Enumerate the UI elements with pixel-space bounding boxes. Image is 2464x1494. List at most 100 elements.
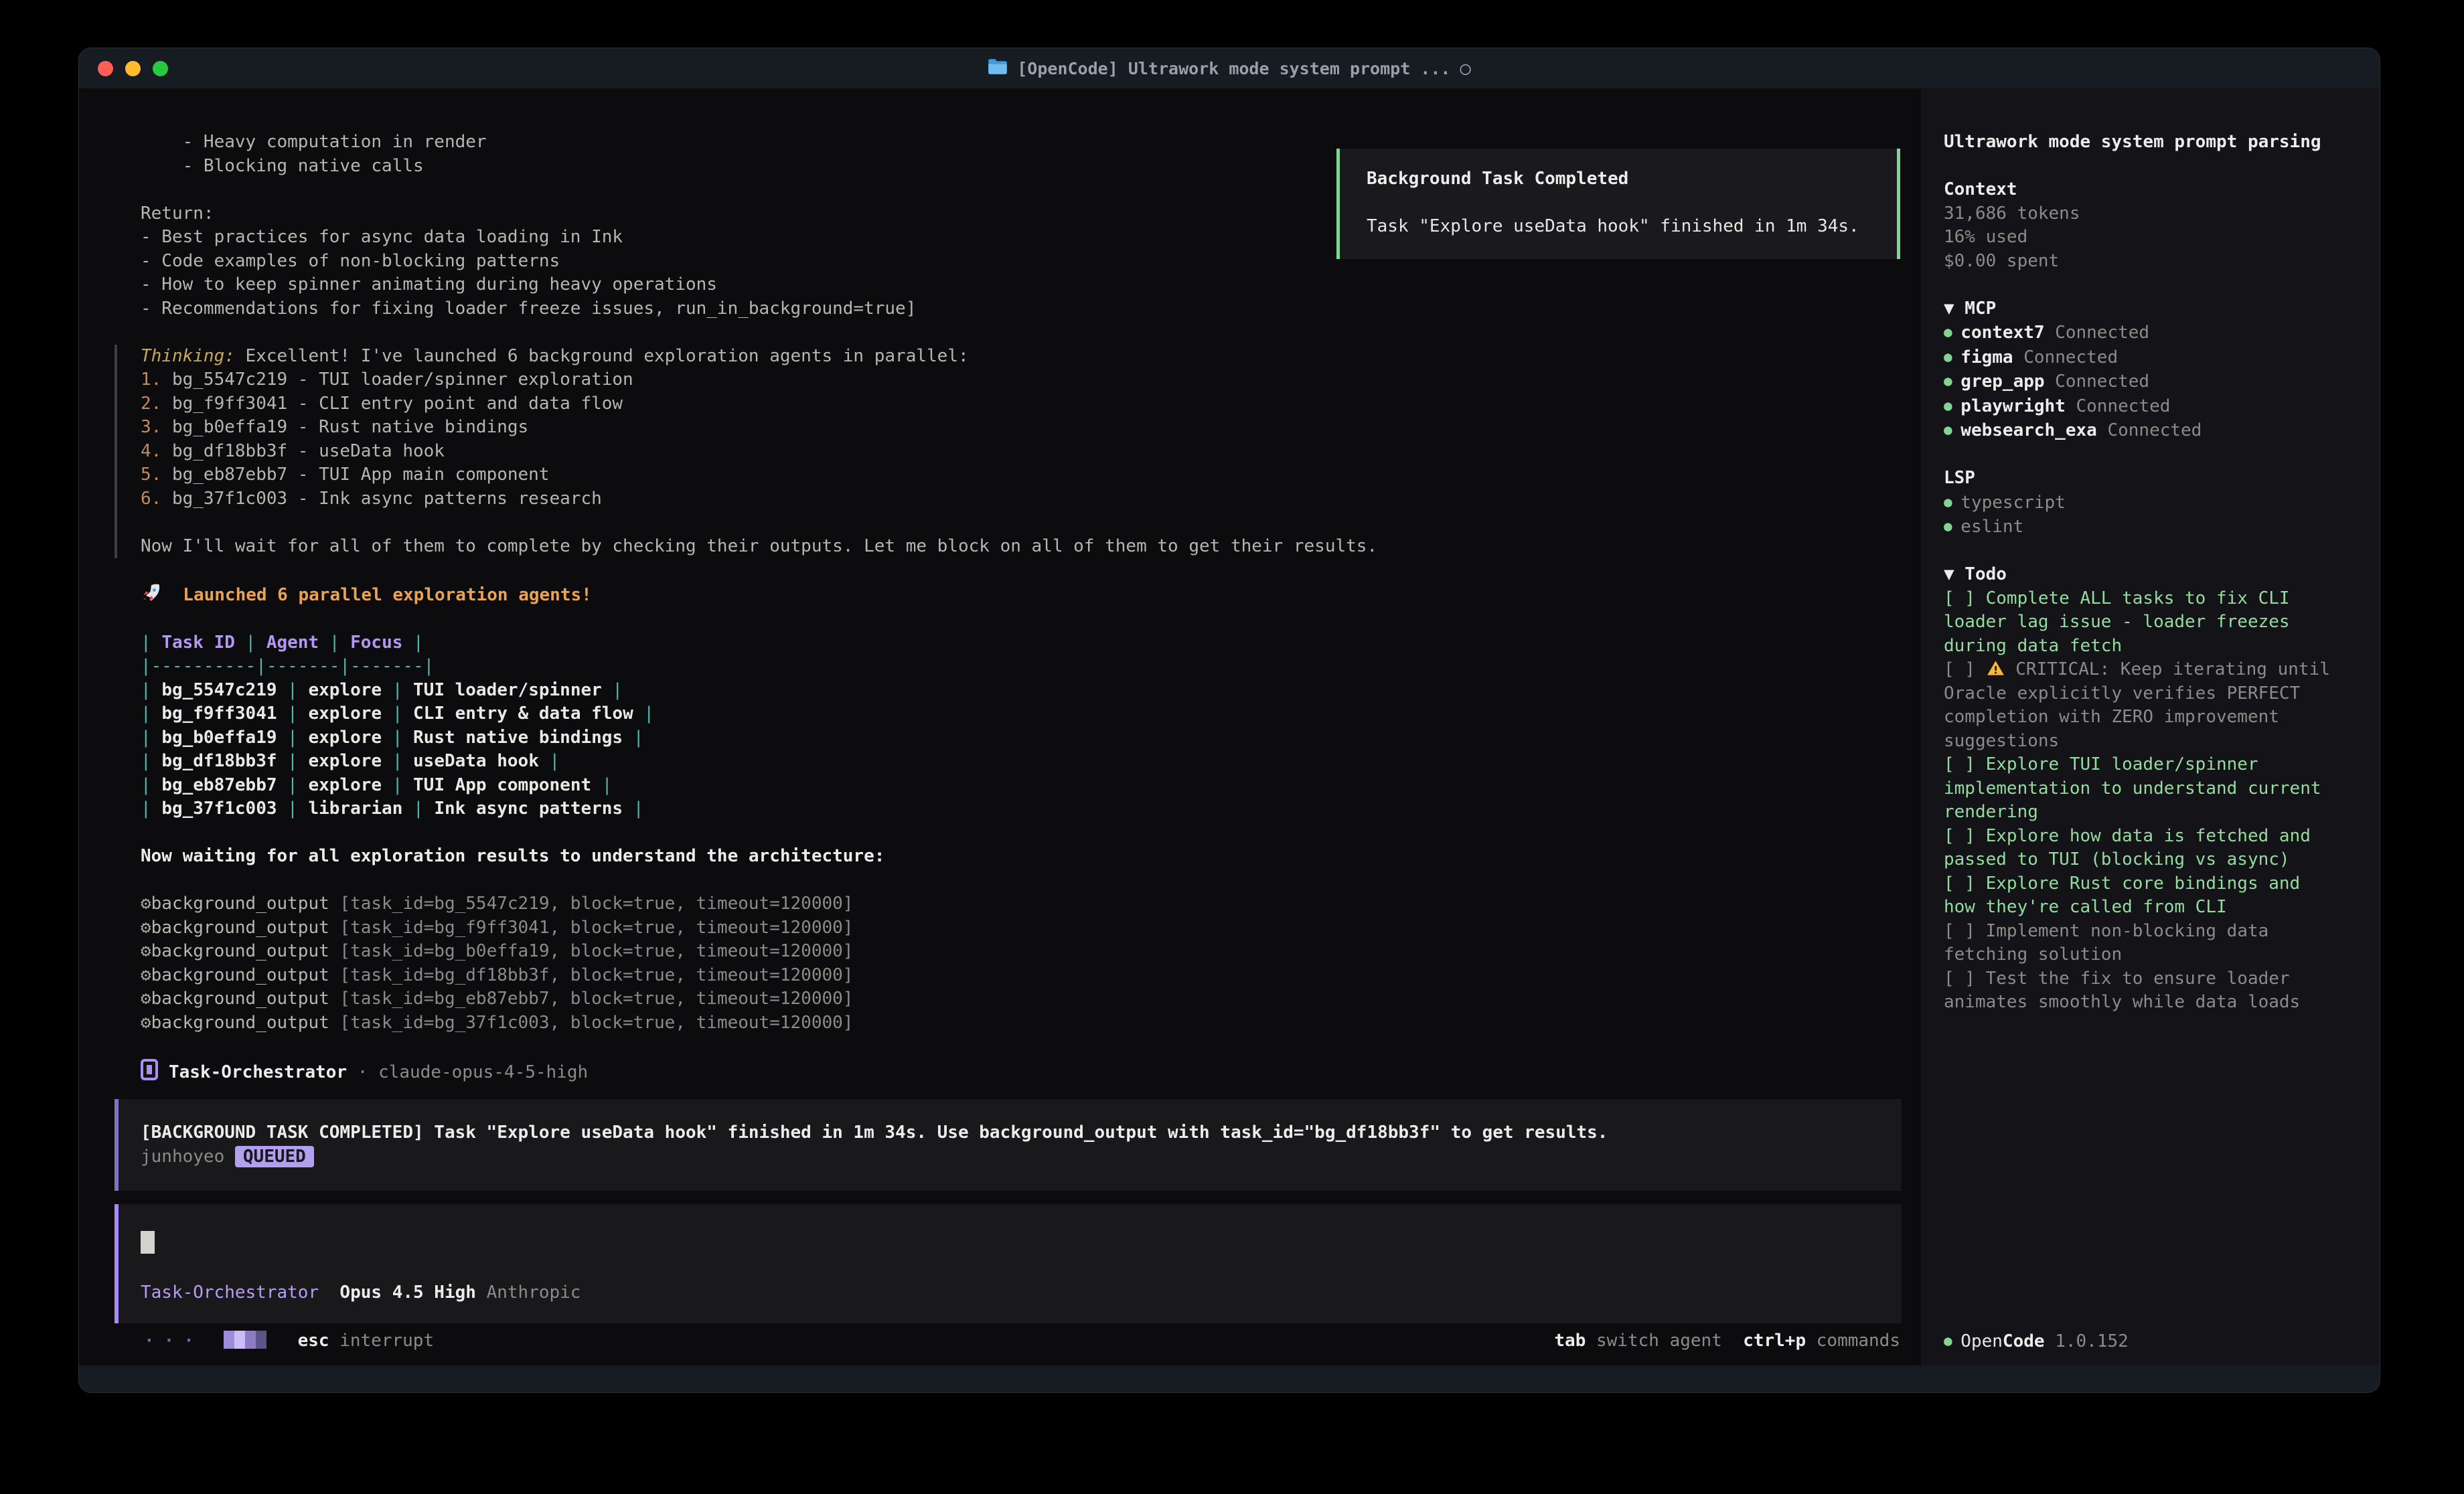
text-segment: | [402, 799, 434, 819]
text-segment: - Recommendations for fixing loader free… [141, 299, 916, 319]
zoom-button[interactable] [153, 61, 168, 76]
keyboard-hints: tab switch agent ctrl+p commands [1554, 1329, 1900, 1353]
text-segment: [ ] Complete ALL tasks to fix CLI loader… [1944, 588, 2300, 656]
text-segment: Opus 4.5 High [339, 1282, 476, 1303]
text-segment: Now waiting for all exploration results … [141, 846, 884, 866]
text-segment: | [141, 751, 161, 771]
desktop: { "titlebar": { "title": "[OpenCode] Ult… [0, 0, 2464, 1494]
text-segment: ⚙ [141, 918, 151, 938]
text-segment: bg_eb87ebb7 - TUI App main component [161, 465, 549, 485]
text-segment: [ ] Explore Rust core bindings and how t… [1944, 874, 2311, 918]
terminal-line: ● eslint [1944, 515, 2332, 540]
text-segment: commands [1806, 1331, 1900, 1351]
text-segment: background_output [151, 894, 340, 914]
terminal-pane[interactable]: - Heavy computation in render - Blocking… [79, 88, 1921, 1365]
text-segment: Connected [2045, 323, 2150, 343]
text-segment: bg_5547c219 [161, 680, 277, 700]
notification-toast[interactable]: Background Task CompletedTask "Explore u… [1336, 149, 1900, 259]
text-segment: | [235, 633, 266, 653]
text-segment: bg_b0effa19 [161, 728, 277, 748]
terminal-line: [ ] Explore Rust core bindings and how t… [1944, 872, 2332, 920]
text-segment: Anthropic [476, 1282, 581, 1303]
text-segment: playwright [1960, 396, 2066, 416]
app-window: [OpenCode] Ultrawork mode system prompt … [79, 48, 2380, 1392]
text-segment: Rust native bindings [413, 728, 623, 748]
text-segment: bg_5547c219 - TUI loader/spinner explora… [161, 369, 633, 390]
terminal-line: ● websearch_exa Connected [1944, 418, 2332, 443]
titlebar[interactable]: [OpenCode] Ultrawork mode system prompt … [79, 48, 2380, 88]
terminal-line: |----------|-------|-------| [141, 655, 1921, 679]
minimize-button[interactable] [125, 61, 141, 76]
terminal-line: ··· esc interrupt [144, 1329, 434, 1353]
terminal-line [141, 869, 1921, 893]
terminal-line [141, 321, 1921, 345]
text-segment: Connected [2013, 347, 2119, 367]
conversation-scroll[interactable]: - Heavy computation in render - Blocking… [79, 88, 1921, 1323]
sidebar: Ultrawork mode system prompt parsingCont… [1921, 88, 2380, 1365]
text-segment: [ ] Explore how data is fetched and pass… [1944, 826, 2321, 870]
text-segment: 1.0.152 [2045, 1331, 2129, 1351]
text-segment: | [141, 799, 161, 819]
text-segment: librarian [308, 799, 402, 819]
text-segment [256, 1331, 266, 1349]
text-segment: ● [1944, 349, 1960, 365]
text-segment: | [319, 633, 350, 653]
session-status-icon: ○ [1460, 58, 1470, 79]
text-segment: [ ] Test the fix to ensure loader animat… [1944, 969, 2300, 1013]
text-segment: switch agent [1586, 1331, 1722, 1351]
text-segment: bg_f9ff3041 - CLI entry point and data f… [161, 394, 623, 414]
text-segment [1722, 1331, 1743, 1351]
text-segment: | [277, 775, 309, 795]
text-segment: background_output [151, 941, 340, 961]
text-segment [319, 1282, 339, 1303]
terminal-line: Thinking: Excellent! I've launched 6 bac… [141, 345, 1921, 369]
text-segment: bg_df18bb3f [161, 751, 277, 771]
terminal-line: Now I'll wait for all of them to complet… [141, 535, 1921, 559]
text-segment: ▼ MCP [1944, 299, 1996, 319]
window-title: [OpenCode] Ultrawork mode system prompt … [988, 58, 1470, 79]
terminal-line [141, 558, 1921, 582]
terminal-line: 6. bg_37f1c003 - Ink async patterns rese… [141, 487, 1921, 511]
text-segment [266, 1331, 298, 1351]
text-segment: background_output [151, 965, 340, 985]
text-segment: tab [1554, 1331, 1586, 1351]
text-segment: 6. [141, 489, 161, 509]
terminal-line: | bg_f9ff3041 | explore | CLI entry & da… [141, 702, 1921, 726]
text-segment: [task_id=bg_df18bb3f, block=true, timeou… [339, 965, 853, 985]
text-segment: useData hook [413, 751, 539, 771]
text-segment: bg_b0effa19 - Rust native bindings [161, 417, 528, 437]
text-segment: [task_id=bg_f9ff3041, block=true, timeou… [339, 918, 853, 938]
text-segment: | [402, 633, 423, 653]
prompt-input[interactable]: Task-Orchestrator Opus 4.5 High Anthropi… [114, 1204, 1902, 1323]
panes: - Heavy computation in render - Blocking… [79, 88, 2380, 1365]
text-segment: $0.00 spent [1944, 251, 2059, 271]
text-segment: | [141, 680, 161, 700]
terminal-line: - How to keep spinner animating during h… [141, 273, 1921, 297]
terminal-line: | bg_df18bb3f | explore | useData hook | [141, 750, 1921, 774]
text-segment: | [539, 751, 560, 771]
terminal-line: ⚙background_output [task_id=bg_b0effa19,… [141, 940, 1921, 964]
text-segment: ⚙ [141, 941, 151, 961]
text-segment: Ultrawork mode system prompt parsing [1944, 132, 2321, 152]
terminal-line: [ ] Complete ALL tasks to fix CLI loader… [1944, 587, 2332, 659]
terminal-line: 31,686 tokens [1944, 202, 2332, 226]
text-segment: | [623, 728, 643, 748]
close-button[interactable] [98, 61, 113, 76]
terminal-line: | bg_b0effa19 | explore | Rust native bi… [141, 726, 1921, 750]
text-segment: | [277, 751, 309, 771]
text-segment: QUEUED [235, 1146, 314, 1167]
text-segment: junhoyeo [141, 1147, 235, 1167]
text-segment: 3. [141, 417, 161, 437]
text-segment: | [141, 703, 161, 724]
terminal-line: Launched 6 parallel exploration agents! [141, 582, 1921, 608]
text-segment: Background Task Completed [1367, 169, 1628, 189]
text-segment: background_output [151, 918, 340, 938]
text-segment: ··· [144, 1331, 224, 1351]
text-segment: ⚙ [141, 894, 151, 914]
terminal-line [141, 1258, 1902, 1282]
text-segment: 1. [141, 369, 161, 390]
terminal-line: [ ] Explore how data is fetched and pass… [1944, 825, 2332, 872]
terminal-line: [ ] CRITICAL: Keep iterating until Oracl… [1944, 658, 2332, 753]
sidebar-content: Ultrawork mode system prompt parsingCont… [1944, 131, 2339, 1015]
sidebar-footer: ● OpenCode 1.0.152 [1944, 1321, 2129, 1361]
